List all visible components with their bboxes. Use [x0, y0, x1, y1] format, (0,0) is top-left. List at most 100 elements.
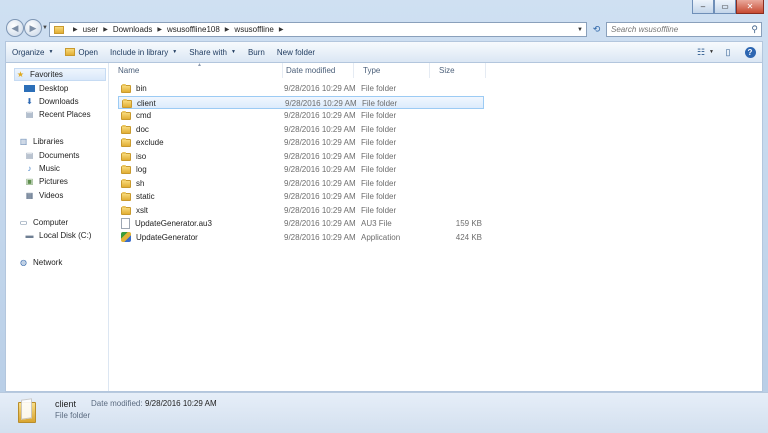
- back-button[interactable]: ◀: [6, 19, 24, 37]
- command-bar: Organize ▼ Open Include in library ▼ Share…: [5, 41, 763, 62]
- nav-network-label: Network: [33, 258, 63, 267]
- file-name: doc: [136, 124, 149, 134]
- address-history-dropdown[interactable]: ▼: [577, 27, 583, 33]
- help-button[interactable]: ?: [742, 44, 758, 60]
- folder-icon: [121, 151, 132, 161]
- explorer-window: – ▭ ✕ ◀ ▶ ▼ ▶ user ▶ Downloads ▶ wsusoff…: [0, 0, 768, 433]
- share-with-button[interactable]: Share with ▼: [183, 44, 242, 61]
- nav-local-disk-label: Local Disk (C:): [39, 231, 92, 240]
- search-input[interactable]: [607, 24, 752, 35]
- file-size-cell: [428, 150, 482, 163]
- breadcrumb-user[interactable]: user: [83, 23, 99, 36]
- breadcrumb-separator-icon[interactable]: ▶: [103, 26, 108, 33]
- file-type-cell: File folder: [361, 178, 397, 188]
- breadcrumb-downloads[interactable]: Downloads: [113, 23, 153, 36]
- file-name-cell: sh: [121, 177, 144, 190]
- nav-network[interactable]: ◍ Network: [18, 256, 62, 269]
- nav-documents[interactable]: ▤ Documents: [24, 149, 80, 162]
- file-row[interactable]: static 9/28/2016 10:29 AM File folder: [118, 190, 484, 203]
- file-row[interactable]: doc 9/28/2016 10:29 AM File folder: [118, 123, 484, 136]
- file-row[interactable]: bin 9/28/2016 10:29 AM File folder: [118, 82, 484, 95]
- file-name-cell: xslt: [121, 204, 148, 217]
- file-row[interactable]: cmd 9/28/2016 10:29 AM File folder: [118, 109, 484, 122]
- column-header-date[interactable]: Date modified: [277, 63, 354, 78]
- nav-favorites[interactable]: ★ Favorites: [14, 68, 106, 81]
- folder-icon: [121, 205, 132, 215]
- chevron-down-icon: ▼: [231, 49, 236, 55]
- file-row[interactable]: exclude 9/28/2016 10:29 AM File folder: [118, 136, 484, 149]
- file-row[interactable]: iso 9/28/2016 10:29 AM File folder: [118, 150, 484, 163]
- file-size-cell: [428, 123, 482, 136]
- file-row[interactable]: UpdateGenerator.au3 9/28/2016 10:29 AM AU3…: [118, 217, 484, 230]
- file-name-cell: log: [121, 163, 147, 176]
- navigation-pane: ★ Favorites Desktop ⬇ Downloads ▤ Recent Pl…: [6, 63, 109, 391]
- column-header-name[interactable]: ▲ Name: [109, 62, 283, 78]
- file-row[interactable]: log 9/28/2016 10:29 AM File folder: [118, 163, 484, 176]
- file-name: UpdateGenerator: [136, 232, 198, 242]
- open-button[interactable]: Open: [59, 44, 104, 61]
- recent-pages-dropdown[interactable]: ▼: [42, 25, 48, 31]
- burn-button[interactable]: Burn: [242, 44, 271, 61]
- file-size-cell: [428, 204, 482, 217]
- folder-icon: [121, 165, 132, 174]
- new-folder-button[interactable]: New folder: [271, 44, 321, 61]
- chevron-down-icon: ▼: [48, 49, 54, 55]
- file-row[interactable]: sh 9/28/2016 10:29 AM File folder: [118, 177, 484, 190]
- nav-computer[interactable]: ▭ Computer: [18, 216, 68, 229]
- file-type-cell: File folder: [361, 165, 397, 174]
- maximize-button[interactable]: ▭: [714, 0, 736, 14]
- file-size-cell: [428, 177, 482, 190]
- column-header-type[interactable]: Type: [354, 63, 430, 78]
- documents-icon: ▤: [25, 151, 34, 160]
- breadcrumb-separator-icon[interactable]: ▶: [225, 26, 230, 33]
- close-button[interactable]: ✕: [736, 0, 764, 14]
- organize-button[interactable]: Organize ▼: [6, 44, 59, 61]
- open-folder-icon: [65, 48, 76, 56]
- nav-local-disk[interactable]: ▬ Local Disk (C:): [24, 229, 92, 242]
- include-in-library-button[interactable]: Include in library ▼: [104, 44, 183, 61]
- file-date-cell: 9/28/2016 10:29 AM: [284, 178, 356, 188]
- file-type-cell: File folder: [361, 151, 397, 161]
- nav-music[interactable]: ♪ Music: [24, 162, 60, 175]
- change-view-button[interactable]: ☷: [693, 44, 709, 60]
- address-bar[interactable]: ▶ user ▶ Downloads ▶ wsusoffline108 ▶ ws…: [49, 22, 587, 37]
- file-name-cell: cmd: [121, 109, 151, 122]
- folder-icon: [121, 192, 132, 201]
- breadcrumb-wsusoffline108[interactable]: wsusoffline108: [167, 23, 220, 36]
- file-row[interactable]: client 9/28/2016 10:29 AM File folder: [118, 95, 484, 109]
- view-options-dropdown[interactable]: ▼: [709, 49, 714, 55]
- file-row[interactable]: UpdateGenerator 9/28/2016 10:29 AM Applica…: [118, 231, 484, 244]
- nav-pictures[interactable]: ▣ Pictures: [24, 175, 68, 188]
- nav-videos[interactable]: ▦ Videos: [24, 189, 64, 202]
- file-type-cell: File folder: [361, 84, 397, 93]
- forward-button[interactable]: ▶: [24, 19, 42, 37]
- column-header-size[interactable]: Size: [430, 63, 486, 78]
- file-date-cell: 9/28/2016 10:29 AM: [284, 151, 356, 161]
- breadcrumb-separator-icon: ▶: [73, 27, 78, 33]
- nav-downloads[interactable]: ⬇ Downloads: [24, 95, 78, 108]
- preview-pane-button[interactable]: ▯: [720, 44, 736, 60]
- search-box[interactable]: ⚲: [606, 22, 762, 37]
- file-row[interactable]: xslt 9/28/2016 10:29 AM File folder: [118, 204, 484, 217]
- nav-desktop-label: Desktop: [39, 84, 69, 93]
- file-name: exclude: [136, 138, 164, 147]
- nav-libraries[interactable]: ▥ Libraries: [18, 135, 64, 148]
- nav-recent-places-label: Recent Places: [39, 110, 91, 119]
- breadcrumb-wsusoffline[interactable]: wsusoffline: [234, 23, 273, 36]
- recent-places-icon: ▤: [25, 110, 34, 119]
- preview-pane-icon: ▯: [725, 46, 731, 57]
- breadcrumb-separator-icon[interactable]: ▶: [157, 26, 162, 33]
- breadcrumb-separator-icon[interactable]: ▶: [279, 26, 284, 33]
- downloads-icon: ⬇: [26, 97, 33, 106]
- nav-desktop[interactable]: Desktop: [24, 82, 68, 95]
- file-type-cell: Application: [361, 232, 401, 242]
- file-type-cell: File folder: [361, 205, 397, 215]
- nav-recent-places[interactable]: ▤ Recent Places: [24, 108, 91, 121]
- file-size-cell: [428, 82, 482, 95]
- share-with-label: Share with: [189, 47, 227, 57]
- folder-icon: [122, 98, 133, 108]
- refresh-button[interactable]: ⟲: [589, 22, 604, 37]
- forward-arrow-icon: ▶: [29, 22, 37, 33]
- minimize-button[interactable]: –: [692, 0, 714, 14]
- file-size-cell: 159 KB: [455, 219, 482, 228]
